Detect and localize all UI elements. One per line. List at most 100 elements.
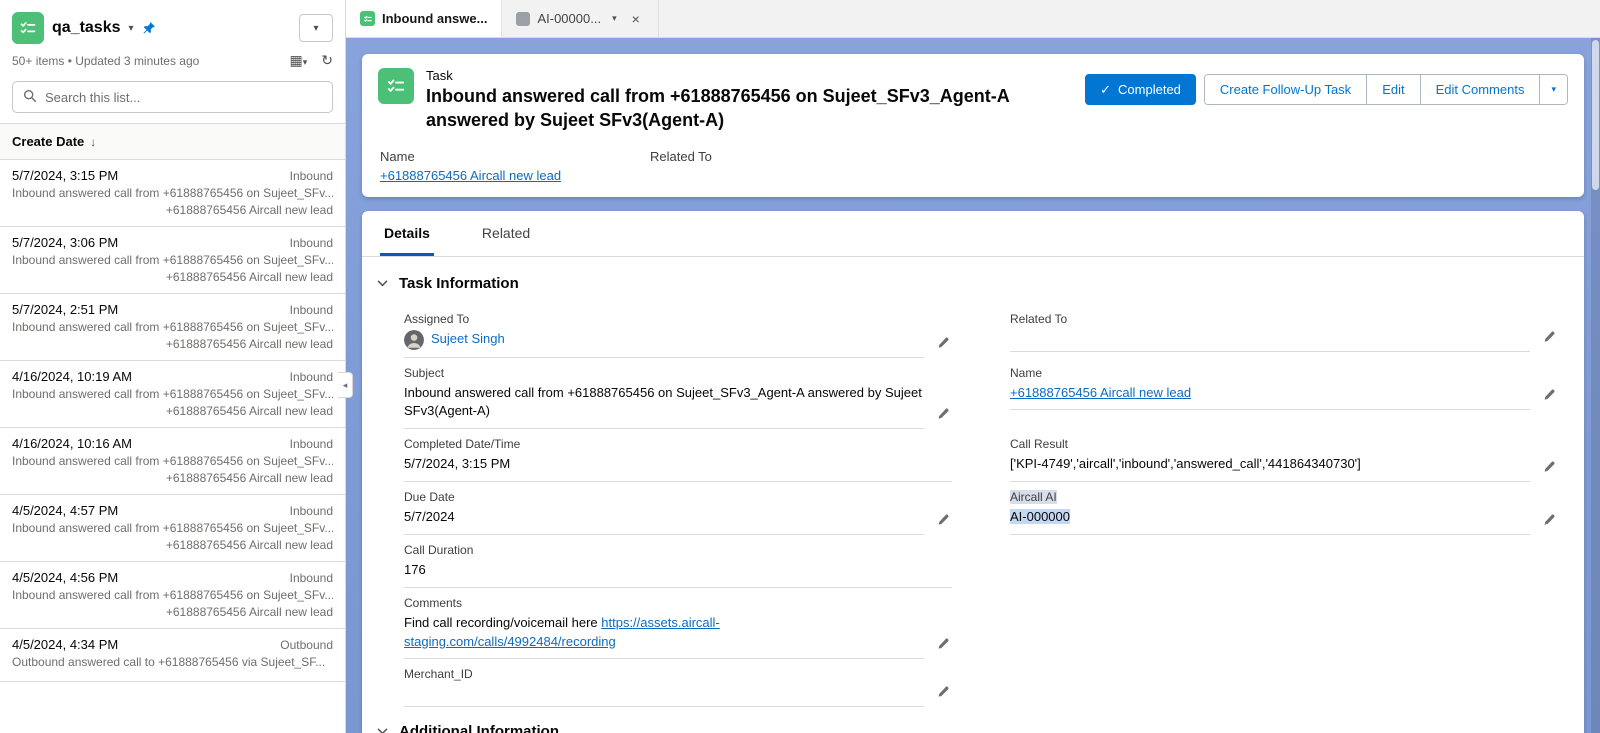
highlights-name-field: Name +61888765456 Aircall new lead: [380, 149, 650, 183]
task-list-item[interactable]: 4/16/2024, 10:19 AM Inbound Inbound answ…: [0, 361, 345, 428]
task-item-subject: Inbound answered call from +61888765456 …: [12, 521, 333, 535]
more-actions-dropdown-button[interactable]: ▾: [1539, 75, 1567, 104]
task-item-subject: Inbound answered call from +61888765456 …: [12, 253, 333, 267]
tab-dropdown-caret-icon[interactable]: ▾: [608, 9, 621, 28]
field-label: Related To: [1010, 312, 1558, 326]
edit-pencil-icon[interactable]: [1540, 513, 1558, 535]
tab-close-icon[interactable]: ×: [628, 9, 644, 29]
workspace-tab-inbound[interactable]: Inbound answe...: [346, 0, 502, 37]
task-list-item[interactable]: 4/16/2024, 10:16 AM Inbound Inbound answ…: [0, 428, 345, 495]
search-input[interactable]: [45, 90, 322, 105]
edit-pencil-icon[interactable]: [934, 407, 952, 429]
field-label: Merchant_ID: [404, 667, 952, 681]
task-list-item[interactable]: 4/5/2024, 4:57 PM Inbound Inbound answer…: [0, 495, 345, 562]
task-list-item[interactable]: 5/7/2024, 3:06 PM Inbound Inbound answer…: [0, 227, 345, 294]
edit-pencil-icon[interactable]: [1540, 330, 1558, 352]
tab-related[interactable]: Related: [478, 211, 534, 256]
assigned-to-link[interactable]: Sujeet Singh: [431, 330, 505, 349]
edit-comments-button[interactable]: Edit Comments: [1420, 75, 1540, 104]
task-list-item[interactable]: 5/7/2024, 2:51 PM Inbound Inbound answer…: [0, 294, 345, 361]
task-item-related-name: +61888765456 Aircall new lead: [12, 337, 333, 351]
detail-body: Task Information Assigned To Sujeet Sing…: [362, 257, 1584, 733]
grid-spacer: [1010, 535, 1558, 588]
tasks-list-icon: [12, 12, 44, 44]
field-assigned-to: Assigned To Sujeet Singh: [404, 304, 952, 358]
workspace-tab-label: AI-00000...: [537, 11, 601, 26]
field-label: Call Duration: [404, 543, 952, 557]
task-item-direction: Inbound: [290, 169, 333, 183]
task-item-date: 4/16/2024, 10:16 AM: [12, 436, 132, 451]
collapse-arrow-icon: ◂: [343, 380, 348, 391]
task-item-subject: Inbound answered call from +61888765456 …: [12, 186, 333, 200]
pin-icon[interactable]: [142, 21, 156, 35]
task-item-date: 5/7/2024, 3:15 PM: [12, 168, 118, 183]
due-date-value: 5/7/2024: [404, 508, 924, 535]
task-list-item-top: 4/16/2024, 10:19 AM Inbound: [12, 369, 333, 384]
edit-pencil-icon[interactable]: [1540, 460, 1558, 482]
list-view-selector-caret-icon[interactable]: ▾: [129, 23, 134, 34]
field-label-highlighted: Aircall AI: [1010, 490, 1057, 504]
task-item-direction: Inbound: [290, 571, 333, 585]
field-label: Call Result: [1010, 437, 1558, 451]
field-call-duration: Call Duration 176: [404, 535, 952, 588]
aircall-ai-value: AI-000000: [1010, 509, 1070, 524]
task-item-related-name: +61888765456 Aircall new lead: [12, 605, 333, 619]
workspace-tab-ai-record[interactable]: AI-00000... ▾ ×: [502, 0, 658, 37]
chevron-down-icon: [376, 277, 389, 290]
sidebar-collapse-handle[interactable]: ◂: [338, 372, 353, 398]
task-item-date: 4/5/2024, 4:57 PM: [12, 503, 118, 518]
task-tab-icon: [360, 11, 375, 26]
task-item-direction: Inbound: [290, 504, 333, 518]
edit-pencil-icon[interactable]: [934, 685, 952, 707]
task-item-related-name: +61888765456 Aircall new lead: [12, 538, 333, 552]
section-additional-information[interactable]: Additional Information: [372, 719, 1566, 733]
task-item-date: 5/7/2024, 3:06 PM: [12, 235, 118, 250]
search-box[interactable]: [12, 81, 333, 113]
task-list: 5/7/2024, 3:15 PM Inbound Inbound answer…: [0, 160, 345, 733]
name-link[interactable]: +61888765456 Aircall new lead: [1010, 385, 1191, 400]
task-item-date: 5/7/2024, 2:51 PM: [12, 302, 118, 317]
task-item-subject: Outbound answered call to +61888765456 v…: [12, 655, 333, 669]
sort-column-label: Create Date: [12, 134, 84, 149]
edit-pencil-icon[interactable]: [934, 336, 952, 358]
field-subject: Subject Inbound answered call from +6188…: [404, 358, 952, 430]
search-icon: [23, 89, 37, 106]
edit-pencil-icon[interactable]: [934, 513, 952, 535]
entity-type-label: Task: [426, 68, 1061, 83]
search-wrap: [0, 73, 345, 123]
edit-pencil-icon[interactable]: [934, 637, 952, 659]
refresh-icon[interactable]: ↻: [321, 52, 333, 69]
sort-column-header[interactable]: Create Date ↓: [0, 123, 345, 160]
field-name: Name +61888765456 Aircall new lead: [1010, 358, 1558, 430]
task-item-subject: Inbound answered call from +61888765456 …: [12, 588, 333, 602]
field-due-date: Due Date 5/7/2024: [404, 482, 952, 535]
task-item-related-name: +61888765456 Aircall new lead: [12, 270, 333, 284]
completed-status-button[interactable]: ✓ Completed: [1085, 74, 1196, 105]
task-list-item[interactable]: 4/5/2024, 4:34 PM Outbound Outbound answ…: [0, 629, 345, 682]
tab-details[interactable]: Details: [380, 211, 434, 256]
edit-button[interactable]: Edit: [1366, 75, 1419, 104]
grid-spacer: [1010, 659, 1558, 707]
create-follow-up-task-button[interactable]: Create Follow-Up Task: [1205, 75, 1366, 104]
task-item-subject: Inbound answered call from +61888765456 …: [12, 320, 333, 334]
ai-record-icon: [516, 12, 530, 26]
edit-pencil-icon[interactable]: [1540, 388, 1558, 410]
scrollbar-thumb[interactable]: [1592, 40, 1599, 190]
grid-spacer: [1010, 588, 1558, 660]
completed-datetime-value: 5/7/2024, 3:15 PM: [404, 455, 952, 482]
task-list-item[interactable]: 4/5/2024, 4:56 PM Inbound Inbound answer…: [0, 562, 345, 629]
display-as-icon[interactable]: ▦▾: [290, 52, 308, 69]
list-view-actions-dropdown-button[interactable]: ▾: [299, 14, 333, 42]
list-view-header: qa_tasks ▾ ▾: [0, 0, 345, 50]
task-list-item[interactable]: 5/7/2024, 3:15 PM Inbound Inbound answer…: [0, 160, 345, 227]
completed-button-label: Completed: [1118, 82, 1181, 97]
section-title: Additional Information: [399, 723, 559, 733]
section-task-information[interactable]: Task Information: [372, 271, 1566, 296]
list-view-meta-icons: ▦▾ ↻: [290, 52, 334, 69]
highlights-top-row: Task Inbound answered call from +6188876…: [378, 68, 1568, 133]
page-scrollbar: [1591, 38, 1600, 733]
name-field-link[interactable]: +61888765456 Aircall new lead: [380, 168, 561, 183]
task-item-direction: Inbound: [290, 236, 333, 250]
task-record-icon: [378, 68, 414, 104]
detail-tabset: Details Related: [362, 211, 1584, 257]
